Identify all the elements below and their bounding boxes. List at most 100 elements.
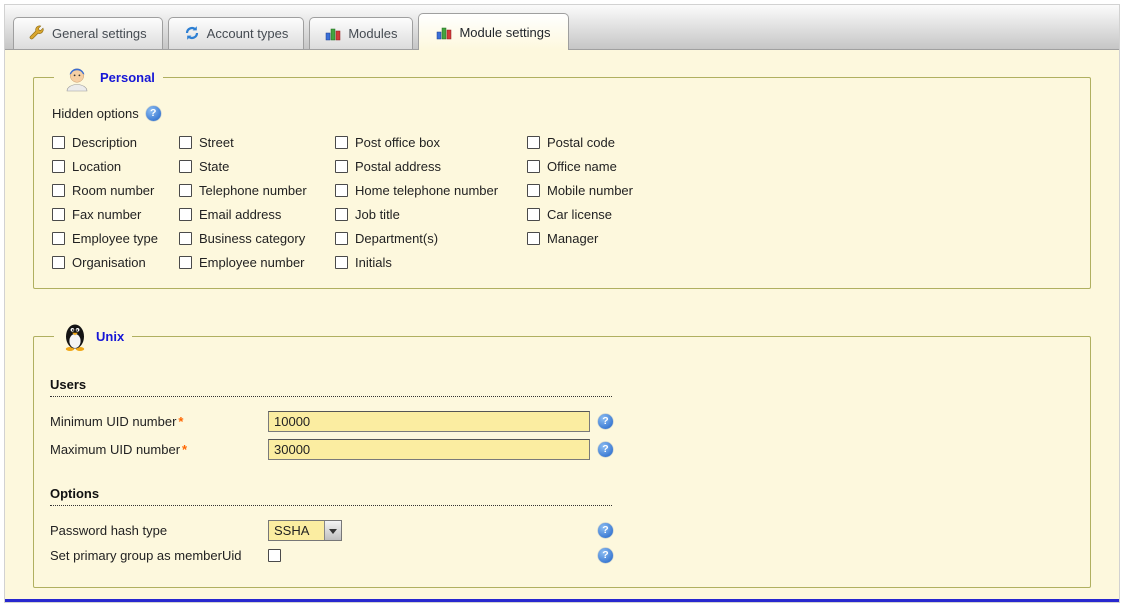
hidden-option-checkbox[interactable] (527, 184, 540, 197)
max-uid-row: Maximum UID number* ? (50, 439, 1074, 460)
tab-general-settings[interactable]: General settings (13, 17, 163, 49)
users-subheader: Users (50, 377, 612, 397)
hidden-option-checkbox[interactable] (335, 208, 348, 221)
hidden-option-item[interactable]: Postal code (527, 135, 1074, 150)
tab-account-types[interactable]: Account types (168, 17, 305, 49)
hidden-option-checkbox[interactable] (179, 136, 192, 149)
help-icon[interactable]: ? (146, 106, 161, 121)
hidden-options-row: Hidden options ? (52, 106, 1074, 121)
sync-arrows-icon (184, 25, 200, 41)
hidden-option-label: Postal address (355, 159, 441, 174)
hidden-option-item[interactable]: Fax number (52, 207, 179, 222)
hidden-option-item[interactable]: Description (52, 135, 179, 150)
footer-divider (5, 599, 1119, 602)
personal-legend: Personal (54, 62, 163, 92)
hidden-option-item[interactable]: Business category (179, 231, 335, 246)
hidden-option-item[interactable]: Location (52, 159, 179, 174)
tab-label: Account types (207, 26, 289, 41)
hidden-option-checkbox[interactable] (335, 136, 348, 149)
hidden-option-checkbox[interactable] (179, 232, 192, 245)
hidden-option-checkbox[interactable] (52, 256, 65, 269)
hidden-option-item[interactable]: Postal address (335, 159, 527, 174)
required-marker: * (182, 442, 187, 457)
hidden-option-checkbox[interactable] (179, 184, 192, 197)
tab-modules[interactable]: Modules (309, 17, 413, 49)
hidden-option-label: Post office box (355, 135, 440, 150)
member-uid-row: Set primary group as memberUid ? (50, 548, 1074, 563)
tab-label: General settings (52, 26, 147, 41)
hidden-options-label: Hidden options (52, 106, 139, 121)
password-hash-select[interactable]: SSHA (268, 520, 342, 541)
password-hash-label: Password hash type (50, 523, 268, 538)
max-uid-label: Maximum UID number* (50, 442, 268, 457)
hidden-option-item[interactable]: Post office box (335, 135, 527, 150)
hidden-option-item[interactable]: Employee type (52, 231, 179, 246)
hidden-option-label: Street (199, 135, 234, 150)
hidden-option-checkbox[interactable] (179, 208, 192, 221)
settings-page: General settings Account types Modules M… (4, 4, 1120, 603)
hidden-option-checkbox[interactable] (52, 232, 65, 245)
hidden-option-item[interactable]: Department(s) (335, 231, 527, 246)
hidden-option-checkbox[interactable] (527, 136, 540, 149)
hidden-option-item[interactable]: Telephone number (179, 183, 335, 198)
min-uid-input[interactable] (268, 411, 590, 432)
max-uid-control (268, 439, 598, 460)
unix-legend: Unix (54, 321, 132, 351)
hidden-option-checkbox[interactable] (527, 160, 540, 173)
hidden-option-checkbox[interactable] (335, 232, 348, 245)
hidden-option-checkbox[interactable] (335, 160, 348, 173)
modules-blocks-icon (325, 25, 341, 41)
member-uid-control (268, 549, 598, 562)
tab-bar: General settings Account types Modules M… (5, 5, 1119, 50)
help-icon[interactable]: ? (598, 442, 613, 457)
hidden-option-item[interactable]: Organisation (52, 255, 179, 270)
hidden-option-checkbox[interactable] (179, 160, 192, 173)
hidden-option-label: Employee type (72, 231, 158, 246)
hidden-option-label: Mobile number (547, 183, 633, 198)
penguin-icon (62, 321, 88, 351)
module-settings-panel: Personal Hidden options ? Description St… (5, 50, 1119, 599)
hidden-option-checkbox[interactable] (179, 256, 192, 269)
hidden-option-checkbox[interactable] (335, 256, 348, 269)
hidden-option-label: Home telephone number (355, 183, 498, 198)
hidden-option-label: Business category (199, 231, 305, 246)
hidden-option-item[interactable]: Street (179, 135, 335, 150)
hidden-option-checkbox[interactable] (527, 232, 540, 245)
hidden-option-checkbox[interactable] (52, 136, 65, 149)
hidden-option-item[interactable]: Office name (527, 159, 1074, 174)
hidden-option-label: Postal code (547, 135, 615, 150)
module-settings-blocks-icon (436, 24, 452, 40)
hidden-option-checkbox[interactable] (52, 160, 65, 173)
hidden-option-label: Telephone number (199, 183, 307, 198)
hidden-option-label: Fax number (72, 207, 141, 222)
hidden-option-label: Location (72, 159, 121, 174)
password-hash-control: SSHA (268, 520, 598, 541)
hidden-option-item[interactable]: Job title (335, 207, 527, 222)
hidden-option-label: Manager (547, 231, 598, 246)
hidden-option-checkbox[interactable] (52, 184, 65, 197)
help-icon[interactable]: ? (598, 523, 613, 538)
hidden-option-item[interactable]: Initials (335, 255, 527, 270)
password-hash-row: Password hash type SSHA ? (50, 520, 1074, 541)
hidden-option-item[interactable]: Room number (52, 183, 179, 198)
tab-module-settings[interactable]: Module settings (418, 13, 568, 50)
hidden-option-item[interactable]: Manager (527, 231, 1074, 246)
select-dropdown-arrow-icon[interactable] (324, 521, 341, 540)
member-uid-checkbox[interactable] (268, 549, 281, 562)
personal-title: Personal (100, 70, 155, 85)
max-uid-input[interactable] (268, 439, 590, 460)
unix-title: Unix (96, 329, 124, 344)
hidden-option-item[interactable]: Email address (179, 207, 335, 222)
hidden-option-checkbox[interactable] (52, 208, 65, 221)
hidden-option-item[interactable]: Employee number (179, 255, 335, 270)
hidden-option-item[interactable]: State (179, 159, 335, 174)
hidden-option-checkbox[interactable] (335, 184, 348, 197)
hidden-option-item[interactable]: Mobile number (527, 183, 1074, 198)
hidden-option-label: Room number (72, 183, 154, 198)
hidden-option-checkbox[interactable] (527, 208, 540, 221)
help-icon[interactable]: ? (598, 414, 613, 429)
help-icon[interactable]: ? (598, 548, 613, 563)
tab-label: Modules (348, 26, 397, 41)
hidden-option-item[interactable]: Car license (527, 207, 1074, 222)
hidden-option-item[interactable]: Home telephone number (335, 183, 527, 198)
